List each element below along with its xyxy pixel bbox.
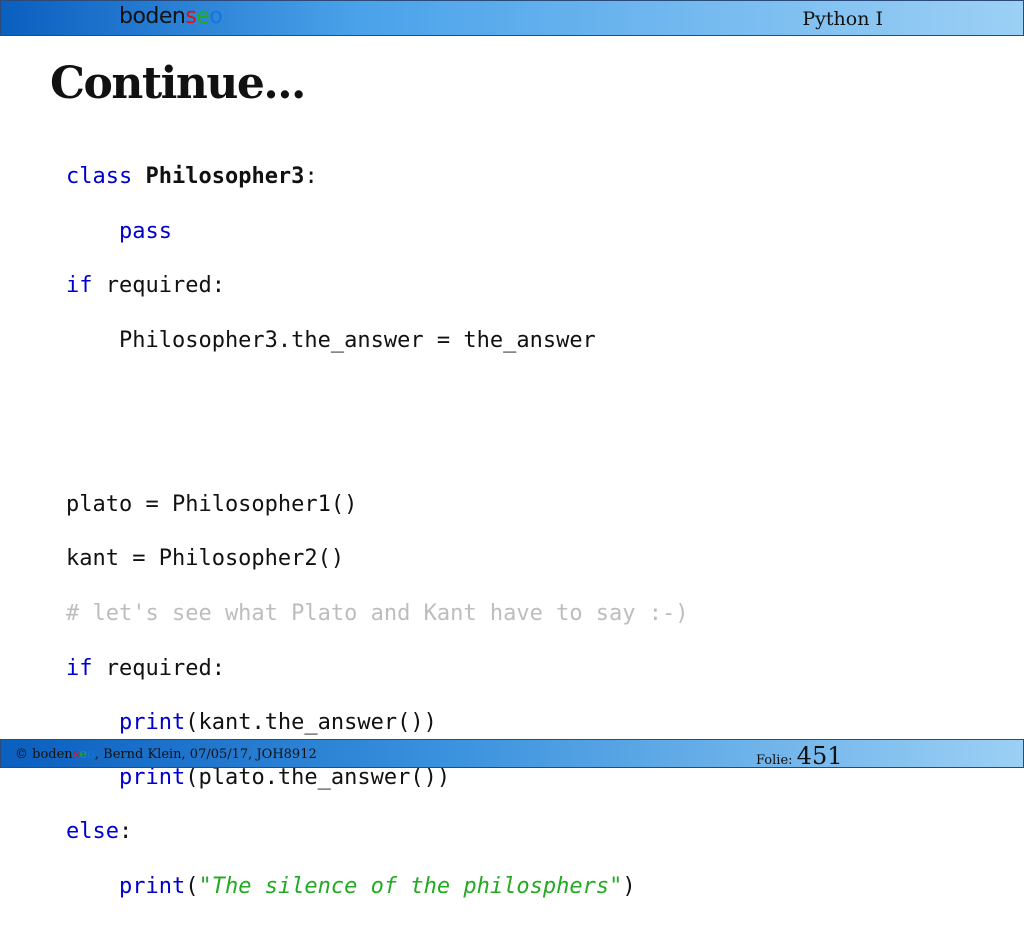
folie-label: Folie: <box>756 753 797 768</box>
code-text: : <box>304 164 318 190</box>
string-literal: The silence of the philosphers <box>211 874 610 900</box>
code-line: class Philosopher3: <box>66 163 689 190</box>
keyword: if <box>66 273 93 299</box>
code-line: if required: <box>66 655 689 682</box>
string-quote: " <box>198 874 212 900</box>
code-line: # let's see what Plato and Kant have to … <box>66 600 689 627</box>
logo-part: s <box>185 4 197 29</box>
code-line: Philosopher3.the_answer = the_answer <box>66 327 689 354</box>
code-text: Philosopher3.the_answer = the_answer <box>66 328 596 354</box>
keyword: class <box>66 164 133 190</box>
code-line: kant = Philosopher2() <box>66 545 689 572</box>
footer-info: , Bernd Klein, 07/05/17, JOH8912 <box>94 747 317 762</box>
bodenseo-logo: bodenseo <box>119 4 223 29</box>
logo-part: o <box>209 4 223 29</box>
logo-part: boden <box>32 747 73 762</box>
code-text: ( <box>185 874 199 900</box>
logo-part: boden <box>119 4 186 29</box>
keyword: if <box>66 655 93 681</box>
keyword: print <box>118 874 186 900</box>
code-text: required: <box>92 273 225 299</box>
code-line: else: <box>66 818 689 845</box>
slide-number: Folie: 451 <box>756 742 842 770</box>
keyword: else <box>66 819 119 845</box>
code-line: if required: <box>66 272 689 299</box>
code-line: print(kant.the_answer()) <box>66 709 689 736</box>
logo-part: o <box>87 747 95 762</box>
code-line: plato = Philosopher1() <box>66 491 689 518</box>
class-name: Philosopher3 <box>145 164 305 190</box>
folie-number: 451 <box>796 742 843 770</box>
code-text: (plato.the_answer()) <box>185 764 451 790</box>
logo-part: e <box>79 747 88 762</box>
footer-bar: © bodenseo, Bernd Klein, 07/05/17, JOH89… <box>0 739 1024 770</box>
string-quote: " <box>609 874 623 900</box>
code-block: class Philosopher3: pass if required: Ph… <box>66 136 689 928</box>
keyword: pass <box>118 218 172 244</box>
logo-part: e <box>196 4 210 29</box>
copyright-symbol: © <box>15 747 33 762</box>
code-text: : <box>118 819 133 845</box>
slide-title: Continue... <box>50 58 306 109</box>
code-text: required: <box>92 655 225 681</box>
code-line: pass <box>66 218 689 245</box>
code-comment: # let's see what Plato and Kant have to … <box>66 601 689 627</box>
code-text: ) <box>622 874 636 900</box>
code-text: (kant.the_answer()) <box>185 710 437 736</box>
keyword: print <box>118 710 186 736</box>
code-text: kant = Philosopher2() <box>66 546 345 572</box>
code-line: print("The silence of the philosphers") <box>66 873 689 900</box>
keyword: print <box>118 764 186 790</box>
code-text: plato = Philosopher1() <box>66 491 358 517</box>
footer-copyright: © bodenseo, Bernd Klein, 07/05/17, JOH89… <box>15 747 317 762</box>
header-bar: bodenseo Python I <box>0 0 1024 36</box>
course-title: Python I <box>802 8 883 30</box>
